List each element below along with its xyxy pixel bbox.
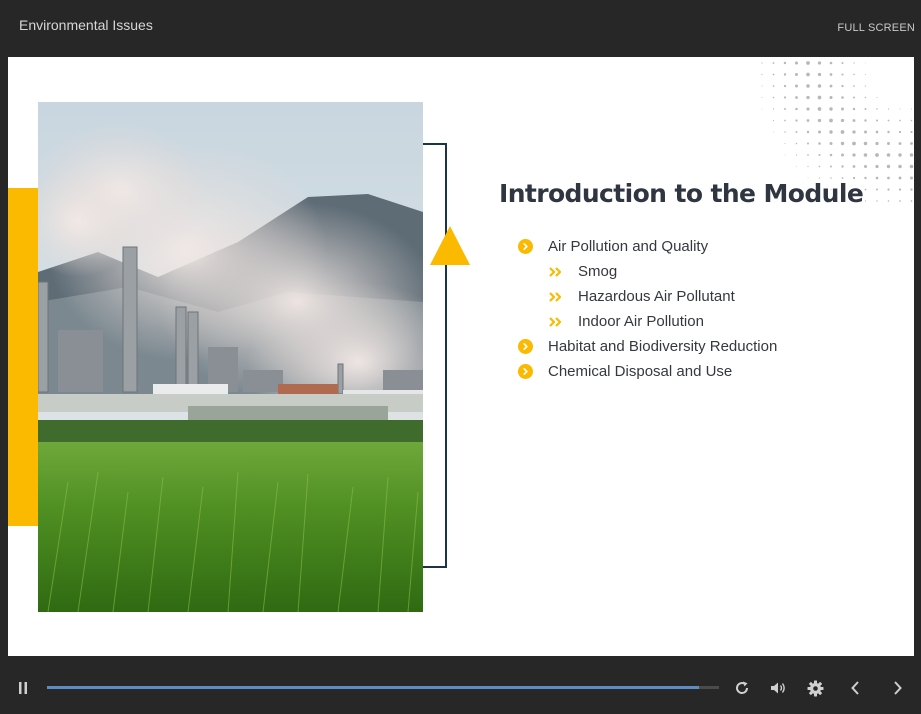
double-chevron-icon	[548, 264, 563, 279]
double-chevron-icon	[548, 289, 563, 304]
list-item: Habitat and Biodiversity Reduction	[518, 334, 777, 359]
list-item-label: Air Pollution and Quality	[548, 238, 709, 255]
settings-button[interactable]	[806, 679, 824, 697]
progress-fill	[47, 686, 699, 689]
list-item: Indoor Air Pollution	[518, 309, 777, 334]
list-item: Chemical Disposal and Use	[518, 359, 777, 384]
gear-icon	[807, 680, 823, 696]
next-slide-button[interactable]	[889, 679, 907, 697]
fullscreen-button[interactable]: FULL SCREEN	[837, 22, 915, 34]
accent-bar	[8, 188, 38, 526]
list-item-label: Hazardous Air Pollutant	[578, 288, 735, 305]
replay-button[interactable]	[733, 679, 751, 697]
circle-chevron-icon	[518, 364, 533, 379]
slide: Introduction to the Module Air Pollution…	[8, 57, 914, 656]
list-item-label: Chemical Disposal and Use	[548, 363, 733, 380]
pause-icon	[19, 682, 27, 694]
topic-list: Air Pollution and Quality Smog Hazardous…	[518, 234, 777, 384]
slide-title: Introduction to the Module	[499, 179, 864, 208]
course-title: Environmental Issues	[19, 17, 153, 33]
list-item: Hazardous Air Pollutant	[518, 284, 777, 309]
double-chevron-icon	[548, 314, 563, 329]
replay-icon	[736, 681, 749, 694]
top-bar: Environmental Issues FULL SCREEN	[0, 0, 921, 56]
circle-chevron-icon	[518, 239, 533, 254]
list-item: Smog	[518, 259, 777, 284]
circle-chevron-icon	[518, 339, 533, 354]
progress-bar[interactable]	[47, 686, 719, 689]
bracket-frame	[423, 143, 447, 568]
industrial-plant-photo	[38, 102, 423, 612]
list-item: Air Pollution and Quality	[518, 234, 777, 259]
list-item-label: Smog	[578, 263, 618, 280]
chevron-right-icon	[894, 681, 902, 695]
previous-slide-button[interactable]	[846, 679, 864, 697]
chevron-left-icon	[851, 681, 859, 695]
volume-button[interactable]	[770, 679, 788, 697]
volume-icon	[771, 682, 785, 694]
player-controls	[0, 664, 921, 714]
pause-button[interactable]	[14, 679, 32, 697]
list-item-label: Habitat and Biodiversity Reduction	[548, 338, 778, 355]
triangle-decoration	[430, 226, 470, 265]
list-item-label: Indoor Air Pollution	[578, 313, 704, 330]
